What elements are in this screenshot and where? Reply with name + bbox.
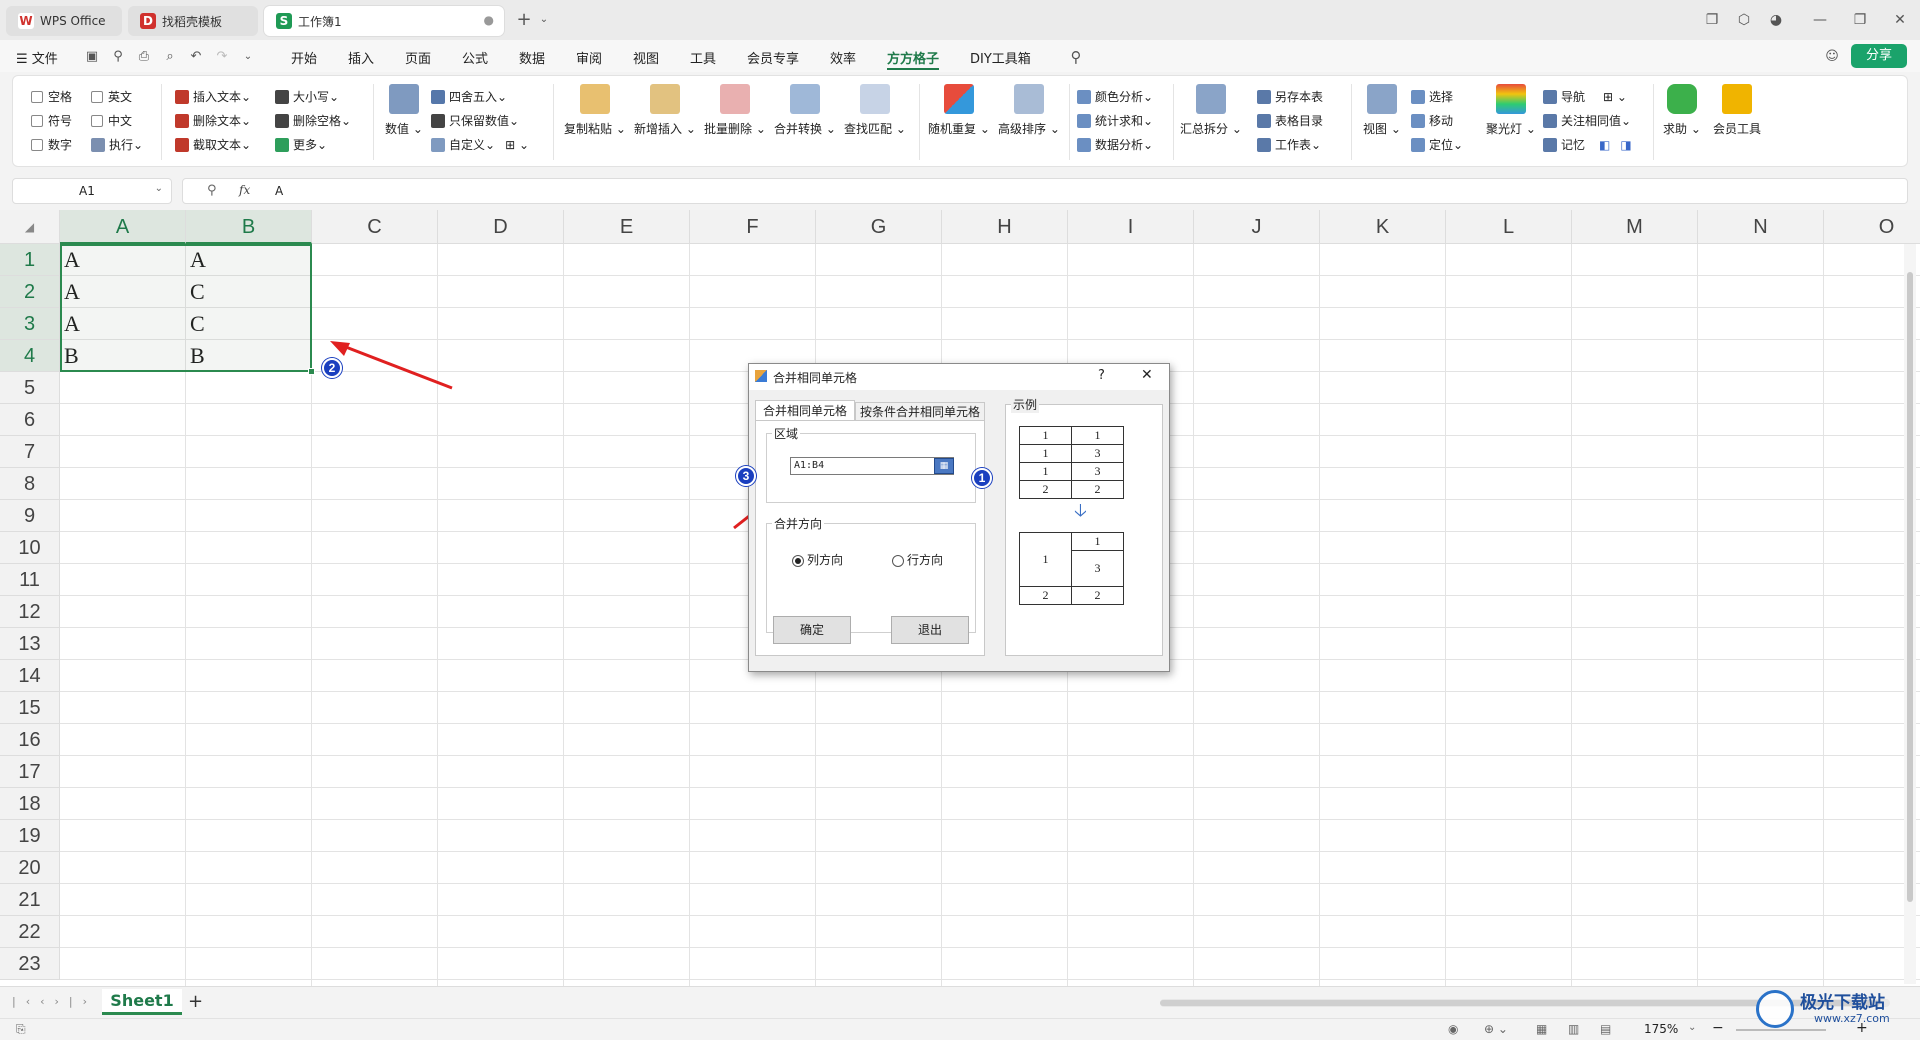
- reading-view-icon[interactable]: ▥: [1568, 1022, 1579, 1036]
- radio-column-direction[interactable]: 列方向: [792, 551, 843, 568]
- table-cell: 1: [1019, 444, 1072, 463]
- radio-label: 行方向: [907, 553, 944, 567]
- table-cell: 1: [1019, 426, 1072, 445]
- direction-label: 合并方向: [772, 515, 825, 532]
- sheet-tab-bar: |‹‹›|› Sheet1 +: [0, 986, 1920, 1018]
- watermark-logo-icon: [1756, 990, 1794, 1028]
- sheet-nav-arrows[interactable]: |‹‹›|›: [12, 995, 97, 1008]
- chevron-down-icon[interactable]: ⌄: [1688, 1022, 1696, 1033]
- tab-conditional-merge[interactable]: 按条件合并相同单元格: [855, 402, 985, 420]
- table-cell: 2: [1071, 480, 1124, 499]
- table-row: 22: [1019, 586, 1124, 605]
- radio-label: 列方向: [807, 553, 844, 567]
- exit-button[interactable]: 退出: [891, 616, 969, 644]
- dialog-titlebar: 合并相同单元格 ? ✕: [749, 364, 1169, 390]
- eye-icon[interactable]: ◉: [1448, 1022, 1458, 1036]
- arrow-2-line: [337, 342, 453, 390]
- watermark-url: www.xz7.com: [1814, 1012, 1890, 1025]
- add-sheet-icon[interactable]: +: [188, 991, 203, 1012]
- annotation-badge-3: 3: [736, 466, 756, 486]
- annotation-badge-2: 2: [322, 358, 342, 378]
- merge-cells-dialog: 合并相同单元格 ? ✕ 合并相同单元格 按条件合并相同单元格 区域 A1:B4 …: [748, 363, 1170, 672]
- example-after-table: 11 3 22: [1019, 532, 1124, 605]
- example-before-table: 11 13 13 22: [1019, 426, 1124, 499]
- table-cell: 1: [1071, 426, 1124, 445]
- range-picker-icon[interactable]: ▦: [934, 458, 954, 474]
- table-cell: 1: [1071, 532, 1124, 551]
- help-icon[interactable]: ?: [1098, 368, 1105, 383]
- arrow-2-head: [330, 341, 350, 356]
- status-bar: ⎘ ◉ ⊕ ⌄ ▦ ▥ ▤ 175% ⌄ − +: [0, 1018, 1920, 1040]
- table-cell: 3: [1071, 462, 1124, 481]
- sheet-tab-sheet1[interactable]: Sheet1: [102, 989, 182, 1015]
- merged-cell: 1: [1019, 532, 1072, 587]
- radio-off-icon: [892, 554, 904, 567]
- range-label: 区域: [772, 425, 801, 442]
- radio-row-direction[interactable]: 行方向: [892, 551, 943, 568]
- table-cell: 2: [1019, 586, 1072, 605]
- watermark: 极光下载站 www.xz7.com: [1756, 986, 1916, 1038]
- tab-label: 合并相同单元格: [762, 404, 847, 418]
- table-row: 13: [1019, 444, 1124, 463]
- dialog-title: 合并相同单元格: [773, 371, 858, 385]
- arrow-down-icon: 🡣: [1074, 500, 1087, 521]
- table-row: 11: [1019, 426, 1124, 445]
- tab-merge-same[interactable]: 合并相同单元格: [755, 400, 855, 420]
- ok-button[interactable]: 确定: [773, 616, 851, 644]
- annotation-badge-1: 1: [972, 468, 992, 488]
- zoom-level[interactable]: 175%: [1644, 1022, 1678, 1036]
- table-cell: 2: [1019, 480, 1072, 499]
- table-cell: 3: [1071, 550, 1124, 587]
- dialog-app-icon: [755, 370, 767, 382]
- close-icon[interactable]: ✕: [1141, 367, 1153, 383]
- radio-on-icon: [792, 554, 804, 567]
- table-row: 11: [1019, 532, 1124, 587]
- normal-view-icon[interactable]: ▦: [1536, 1022, 1547, 1036]
- zoom-out-icon[interactable]: −: [1712, 1020, 1724, 1036]
- watermark-text: 极光下载站: [1800, 993, 1885, 1013]
- page-view-icon[interactable]: ▤: [1600, 1022, 1611, 1036]
- table-row: 22: [1019, 480, 1124, 499]
- example-label: 示例: [1011, 396, 1040, 413]
- table-cell: 1: [1019, 462, 1072, 481]
- layout-icon[interactable]: ⊕ ⌄: [1484, 1022, 1508, 1036]
- tab-label: 按条件合并相同单元格: [859, 405, 980, 419]
- table-cell: 2: [1071, 586, 1124, 605]
- table-row: 13: [1019, 462, 1124, 481]
- button-label: 确定: [799, 623, 824, 637]
- macro-icon[interactable]: ⎘: [16, 1022, 26, 1037]
- table-cell: 3: [1071, 444, 1124, 463]
- range-input[interactable]: A1:B4: [790, 457, 954, 475]
- button-label: 退出: [917, 623, 942, 637]
- sheet-tab-label: Sheet1: [110, 991, 174, 1010]
